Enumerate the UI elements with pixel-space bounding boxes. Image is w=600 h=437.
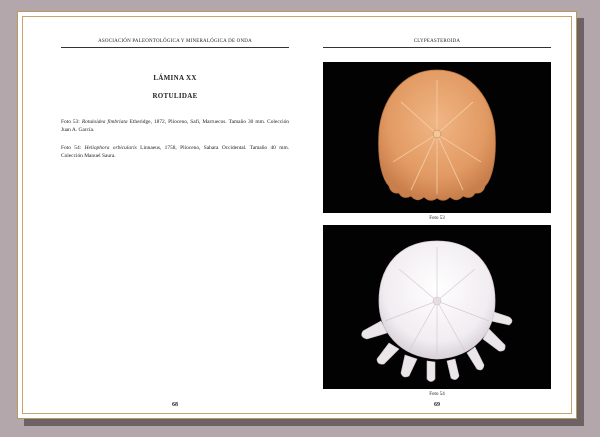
book-spread: Asociación Paleontológica y Mineralógica… (17, 11, 577, 419)
photo-53-label: Foto 53 (429, 216, 445, 221)
caption-prefix: Foto 53: (61, 119, 80, 125)
right-running-head: CLYPEASTEROIDA (413, 39, 461, 44)
page-frame: Asociación Paleontológica y Mineralógica… (22, 16, 572, 414)
left-page: Asociación Paleontológica y Mineralógica… (23, 17, 299, 413)
plate-title: LÁMINA XX (153, 74, 197, 82)
right-page-number: 69 (434, 402, 440, 408)
caption-species: Heliophora orbicularis (84, 145, 137, 151)
caption-species: Rotuloidea fimbriata (81, 119, 128, 125)
left-running-head: Asociación Paleontológica y Mineralógica… (98, 39, 252, 44)
caption-foto-54: Foto 54: Heliophora orbicularis Linnaeus… (61, 144, 289, 160)
right-page: CLYPEASTEROIDA Foto 53 Foto 54 69 (299, 17, 575, 413)
photo-54-label: Foto 54 (429, 392, 445, 397)
photo-53 (323, 62, 551, 213)
family-title: ROTULIDAE (152, 92, 198, 100)
sand-dollar-rotuloidea-image (378, 69, 496, 201)
right-head-rule (323, 47, 551, 48)
caption-prefix: Foto 54: (61, 145, 82, 151)
left-head-rule (61, 47, 289, 48)
sand-dollar-heliophora-image (361, 240, 513, 382)
caption-foto-53: Foto 53: Rotuloidea fimbriata Etheridge,… (61, 118, 289, 134)
left-page-number: 68 (172, 402, 178, 408)
photo-54 (323, 225, 551, 389)
